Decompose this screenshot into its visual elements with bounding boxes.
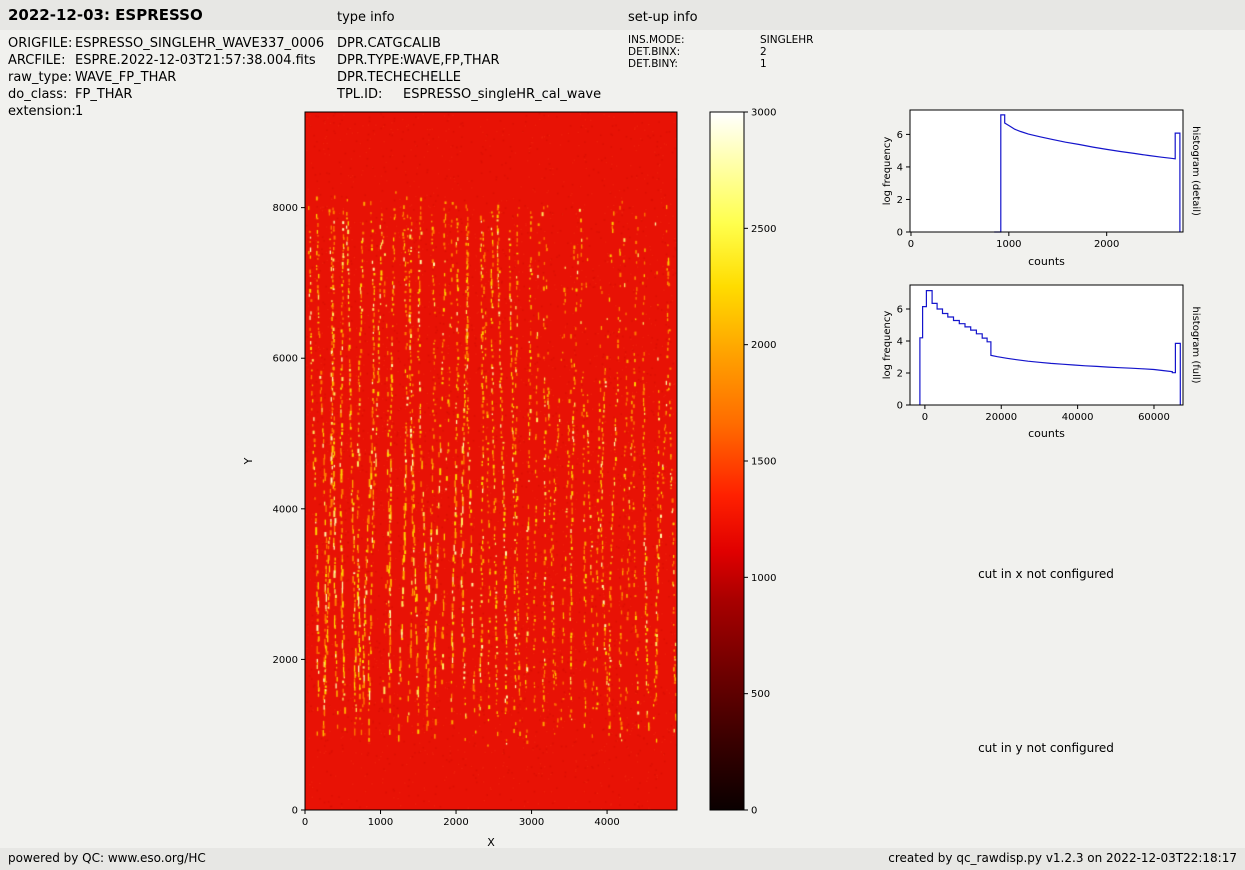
colorbar-tick-label: 1500 [751,457,776,468]
field-value: WAVE,FP,THAR [403,53,500,68]
field-label: extension: [8,104,76,119]
field-value: SINGLEHR [760,34,814,46]
hist-detail-ytick-label: 4 [897,162,903,173]
hist-detail-ytick-label: 0 [897,228,903,239]
main-xtick-label: 4000 [594,817,619,828]
field-label: DPR.TECH: [337,70,407,85]
field-label: do_class: [8,87,68,102]
qc-report-page: 2022-12-03: ESPRESSO type info set-up in… [0,0,1245,870]
type-info-row: DPR.TECH:ECHELLE [337,69,601,86]
main-ytick-label: 0 [292,806,298,817]
field-label: DET.BINX: [628,46,681,58]
colorbar-tick-label: 2000 [751,340,776,351]
hist-full-ytick-label: 2 [897,369,903,380]
hist-full-xtick-label: 60000 [1138,412,1170,423]
main-ytick-label: 2000 [273,655,298,666]
cut-x-message: cut in x not configured [978,567,1114,581]
field-label: ARCFILE: [8,53,66,68]
hist-detail-xtick-label: 1000 [996,239,1021,250]
field-value: FP_THAR [75,87,133,102]
field-label: DPR.TYPE: [337,53,404,68]
main-plot-axes: 0 1000 2000 3000 4000 0 2000 4000 6000 8000 X Y 0 500… [242,108,776,850]
field-value: ECHELLE [403,70,461,85]
hist-full-right-label: histogram (full) [1190,306,1201,383]
type-info-table: DPR.CATG:CALIB DPR.TYPE:WAVE,FP,THAR DPR… [337,35,601,103]
main-xtick-label: 1000 [368,817,393,828]
main-ytick-label: 4000 [273,504,298,515]
hist-full-bg [910,285,1183,405]
main-frame [304,111,678,811]
colorbar-tick-label: 500 [751,689,770,700]
main-xtick-label: 3000 [519,817,544,828]
field-value: 1 [75,104,84,119]
field-label: DET.BINY: [628,58,678,70]
field-value: WAVE_FP_THAR [75,70,177,85]
field-label: raw_type: [8,70,72,85]
hist-full-xtick-label: 40000 [1062,412,1094,423]
hist-full-ylabel: log frequency [882,311,893,380]
setup-info-heading: set-up info [628,10,698,25]
setup-info-row: DET.BINX: 2 [628,46,813,58]
field-value: ESPRE.2022-12-03T21:57:38.004.fits [75,53,316,68]
main-xtick-label: 2000 [443,817,468,828]
hist-detail-bg [910,110,1183,232]
footer-right-text: created by qc_rawdisp.py v1.2.3 on 2022-… [888,851,1237,865]
hist-detail-ylabel: log frequency [882,137,893,206]
field-value: ESPRESSO_SINGLEHR_WAVE337_0006 [75,36,325,51]
field-label: INS.MODE: [628,34,685,46]
colorbar-tick-label: 1000 [751,573,776,584]
hist-full-ytick-label: 0 [897,401,903,412]
colorbar-tick-label: 3000 [751,108,776,119]
field-value: CALIB [403,36,441,51]
cut-y-message: cut in y not configured [978,741,1114,755]
file-info-row: ORIGFILE: ESPRESSO_SINGLEHR_WAVE337_0006 [8,35,324,52]
colorbar-tick-label: 0 [751,806,757,817]
hist-detail-xtick-label: 0 [908,239,914,250]
hist-full-xtick-label: 0 [922,412,928,423]
field-label: DPR.CATG: [337,36,407,51]
hist-detail-right-label: histogram (detail) [1190,126,1201,216]
hist-full-xlabel: counts [1028,427,1065,440]
hist-full-ytick-label: 6 [897,305,903,316]
hist-full-ytick-label: 4 [897,337,903,348]
type-info-row: DPR.CATG:CALIB [337,35,601,52]
histogram-full-plot: 0 20000 40000 60000 0 2 4 6 counts log frequency h… [882,284,1201,440]
hist-detail-xtick-label: 2000 [1094,239,1119,250]
setup-info-row: DET.BINY: 1 [628,58,813,70]
file-info-row: raw_type: WAVE_FP_THAR [8,69,324,86]
main-ytick-label: 6000 [273,354,298,365]
setup-info-row: INS.MODE: SINGLEHR [628,34,813,46]
field-value: 2 [760,46,767,58]
main-ytick-label: 8000 [273,203,298,214]
page-title: 2022-12-03: ESPRESSO [8,6,203,24]
file-info-row: ARCFILE: ESPRE.2022-12-03T21:57:38.004.fi… [8,52,324,69]
colorbar-tick-label: 2500 [751,224,776,235]
footer-left-text: powered by QC: www.eso.org/HC [8,851,206,865]
hist-detail-ytick-label: 2 [897,195,903,206]
hist-detail-xlabel: counts [1028,255,1065,268]
type-info-row: DPR.TYPE:WAVE,FP,THAR [337,52,601,69]
hist-full-xtick-label: 20000 [985,412,1017,423]
field-value: 1 [760,58,767,70]
main-xlabel: X [487,836,495,849]
hist-detail-ytick-label: 6 [897,130,903,141]
histogram-detail-plot: 0 1000 2000 0 2 4 6 counts log frequency histogra… [882,109,1201,268]
field-label: ORIGFILE: [8,36,73,51]
main-ylabel: Y [242,457,255,465]
type-info-heading: type info [337,10,395,25]
main-xtick-label: 0 [302,817,308,828]
setup-info-table: INS.MODE: SINGLEHR DET.BINX: 2 DET.BINY: 1 [628,34,813,70]
colorbar-frame [709,111,745,811]
